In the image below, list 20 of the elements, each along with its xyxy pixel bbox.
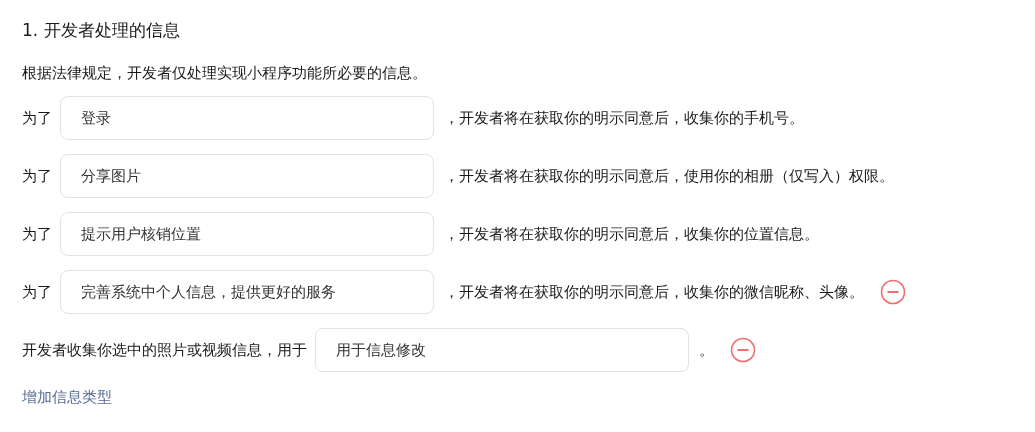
section-title: 1. 开发者处理的信息: [22, 19, 181, 42]
row-prefix: 为了: [22, 166, 52, 186]
intro-text: 根据法律规定，开发者仅处理实现小程序功能所必要的信息。: [22, 64, 428, 83]
purpose-field[interactable]: 分享图片: [60, 154, 434, 198]
remove-icon[interactable]: [730, 337, 756, 363]
row-suffix: ，开发者将在获取你的明示同意后，收集你的微信昵称、头像。: [444, 282, 864, 302]
remove-icon[interactable]: [880, 279, 906, 305]
row-suffix: 。: [699, 340, 714, 360]
purpose-field[interactable]: 用于信息修改: [315, 328, 689, 372]
row-prefix: 为了: [22, 282, 52, 302]
row-suffix: ，开发者将在获取你的明示同意后，收集你的位置信息。: [444, 224, 819, 244]
purpose-field[interactable]: 提示用户核销位置: [60, 212, 434, 256]
purpose-field[interactable]: 登录: [60, 96, 434, 140]
row-suffix: ，开发者将在获取你的明示同意后，收集你的手机号。: [444, 108, 804, 128]
row-prefix: 为了: [22, 224, 52, 244]
row-prefix: 开发者收集你选中的照片或视频信息，用于: [22, 340, 307, 360]
row-suffix: ，开发者将在获取你的明示同意后，使用你的相册（仅写入）权限。: [444, 166, 894, 186]
purpose-field[interactable]: 完善系统中个人信息，提供更好的服务: [60, 270, 434, 314]
row-prefix: 为了: [22, 108, 52, 128]
add-info-type-link[interactable]: 增加信息类型: [22, 388, 112, 407]
